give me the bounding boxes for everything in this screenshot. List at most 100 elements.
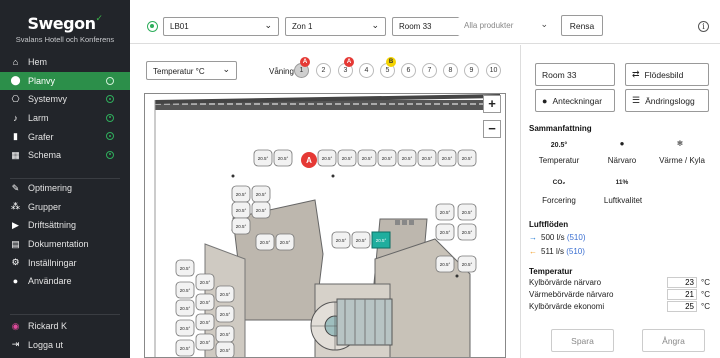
- info-icon[interactable]: i: [698, 21, 709, 32]
- nav-item-inställningar[interactable]: ⚙ Inställningar: [0, 253, 130, 272]
- nav-item-schema[interactable]: ▦ Schema: [0, 146, 130, 165]
- nav-item-dokumentation[interactable]: ▤ Dokumentation: [0, 235, 130, 254]
- save-button[interactable]: Spara: [551, 329, 614, 352]
- room-tile-value: 20.5°: [180, 288, 191, 293]
- nav-item-label: Grupper: [28, 201, 62, 212]
- clear-button[interactable]: Rensa: [561, 15, 603, 36]
- nav-item-grupper[interactable]: ⁂ Grupper: [0, 198, 130, 217]
- temperature-title: Temperatur: [529, 267, 573, 276]
- room-tile-value: 20.5°: [180, 346, 191, 351]
- floor-plan-drawing: 20.5° 20.5° 20.5° 20.5° 20.5° 20.5° 20.5° 20.5°…: [154, 94, 500, 357]
- room-name-field[interactable]: Room 33: [535, 63, 615, 86]
- room-tile-value: 20.5°: [440, 230, 451, 235]
- nav-item-label: Planvy: [28, 75, 56, 86]
- room-tile-value: 20.5°: [200, 300, 211, 305]
- room-tile-value: 20.5°: [200, 320, 211, 325]
- change-log-button[interactable]: ☰ Ändringslogg: [625, 89, 709, 112]
- logout-link[interactable]: ⇥ Logga ut: [0, 336, 130, 355]
- live-status-icon: [106, 95, 114, 104]
- flow-diagram-button[interactable]: ⇄ Flödesbild: [625, 63, 709, 86]
- setpoint-label: Kylbörvärde ekonomi: [529, 302, 605, 311]
- undo-button[interactable]: Ångra: [642, 329, 705, 352]
- cooling-occupied-input[interactable]: 23: [667, 277, 697, 288]
- top-toolbar: LB01⌄ Zon 1⌄ Room 33⌄ Alla produkter⌄ Re…: [130, 0, 720, 44]
- measure-select[interactable]: Temperatur °C ⌄: [146, 61, 237, 80]
- zoom-in-button[interactable]: +: [483, 95, 501, 113]
- secondary-nav: ✎ Optimering ⁂ Grupper ▶ Driftsättning ▤ Dokume…: [0, 179, 130, 291]
- swap-arrows-icon: ⇄: [632, 69, 640, 79]
- room-tile-value: 20.5°: [258, 156, 269, 161]
- sidebar: Swegon✓ Svalans Hotell och Konferens ⌂ He…: [0, 0, 130, 358]
- room-tile-value: 20.5°: [440, 210, 451, 215]
- nav-item-label: Dokumentation: [28, 239, 89, 250]
- person-icon: ●: [619, 139, 625, 148]
- floorplan-area: Temperatur °C ⌄ Våning 1 A 2 3 A 4 5 B 6 7 8 9 10 20.…: [130, 45, 520, 358]
- nav-item-label: Användare: [28, 276, 72, 287]
- nav-item-användare[interactable]: ● Användare: [0, 272, 130, 291]
- calendar-icon: ▦: [11, 149, 20, 160]
- logout-icon: ⇥: [11, 339, 20, 350]
- exhaust-airflow: ← 511 l/s (510): [529, 247, 585, 256]
- summary-title: Sammanfattning: [529, 124, 592, 133]
- floor-label: Våning: [269, 67, 294, 76]
- chart-icon: ▮: [13, 131, 18, 142]
- nav-item-grafer[interactable]: ▮ Grafer: [0, 127, 130, 146]
- settings-icon: ⚙: [11, 257, 20, 268]
- room-tile-value: 20.5°: [200, 280, 211, 285]
- floor-button-8[interactable]: 8: [443, 63, 458, 78]
- notes-button[interactable]: ● Anteckningar: [535, 89, 615, 112]
- user-nav: ◉ Rickard K ⇥ Logga ut: [0, 317, 130, 354]
- floor-button-6[interactable]: 6: [401, 63, 416, 78]
- document-icon: ▤: [11, 238, 20, 249]
- nav-item-larm[interactable]: ♪ Larm: [0, 109, 130, 128]
- chevron-down-icon: ⌄: [371, 20, 379, 30]
- chevron-down-icon: ⌄: [222, 64, 230, 74]
- zoom-out-button[interactable]: −: [483, 120, 501, 138]
- floor-button-9[interactable]: 9: [464, 63, 479, 78]
- room-tile-value: 20.5°: [256, 192, 267, 197]
- room-tile-value: 20.5°: [336, 238, 347, 243]
- heating-occupied-input[interactable]: 21: [667, 289, 697, 300]
- floor-button-4[interactable]: 4: [359, 63, 374, 78]
- cooling-economy-input[interactable]: 25: [667, 301, 697, 312]
- room-tile-value: 20.5°: [280, 240, 291, 245]
- room-tile-value: 20.5°: [462, 210, 473, 215]
- floor-alarm-badge: A: [300, 57, 310, 67]
- room-tile-value: 20.5°: [220, 312, 231, 317]
- nav-item-driftsättning[interactable]: ▶ Driftsättning: [0, 216, 130, 235]
- alarm-marker-label: A: [306, 156, 312, 165]
- nav-item-hem[interactable]: ⌂ Hem: [0, 53, 130, 72]
- user-profile[interactable]: ◉ Rickard K: [0, 317, 130, 336]
- live-status-icon: [106, 150, 114, 159]
- floor-plan[interactable]: 20.5° 20.5° 20.5° 20.5° 20.5° 20.5° 20.5° 20.5°…: [144, 93, 506, 358]
- room-tile-value: 20.5°: [442, 156, 453, 161]
- snowflake-icon: ❄: [676, 139, 684, 148]
- room-tile-value: 20.5°: [278, 156, 289, 161]
- nav-divider: [10, 314, 120, 315]
- airflow-title: Luftflöden: [529, 220, 569, 229]
- nav-item-optimering[interactable]: ✎ Optimering: [0, 179, 130, 198]
- floor-button-7[interactable]: 7: [422, 63, 437, 78]
- swegon-logo: Swegon✓: [27, 14, 103, 33]
- floor-button-2[interactable]: 2: [316, 63, 331, 78]
- play-icon: ▶: [12, 219, 19, 230]
- nav-item-systemvy[interactable]: ⎔ Systemvy: [0, 90, 130, 109]
- room-tile-value: 20.5°: [462, 156, 473, 161]
- list-icon: ☰: [632, 95, 641, 105]
- floor-alarm-badge: A: [344, 57, 354, 67]
- live-radio-icon[interactable]: [147, 21, 158, 32]
- nav-item-planvy[interactable]: ⬤ Planvy: [0, 71, 130, 91]
- live-status-icon: [106, 113, 114, 122]
- temperature-value: 20.5°: [550, 142, 568, 149]
- room-tile-value: 20.5°: [180, 326, 191, 331]
- heat-cool-label: Värme / Kyla: [659, 156, 705, 165]
- floor-button-10[interactable]: 10: [486, 63, 501, 78]
- room-tile-value: 20.5°: [462, 262, 473, 267]
- room-tile-value: 20.5°: [322, 156, 333, 161]
- nav-item-label: Hem: [28, 57, 48, 68]
- room-tile-value: 20.5°: [382, 156, 393, 161]
- zone-select[interactable]: Zon 1 ⌄: [285, 17, 386, 36]
- products-select[interactable]: Alla produkter ⌄: [458, 17, 554, 36]
- presence-label: Närvaro: [607, 156, 637, 165]
- unit-select[interactable]: LB01 ⌄: [163, 17, 279, 36]
